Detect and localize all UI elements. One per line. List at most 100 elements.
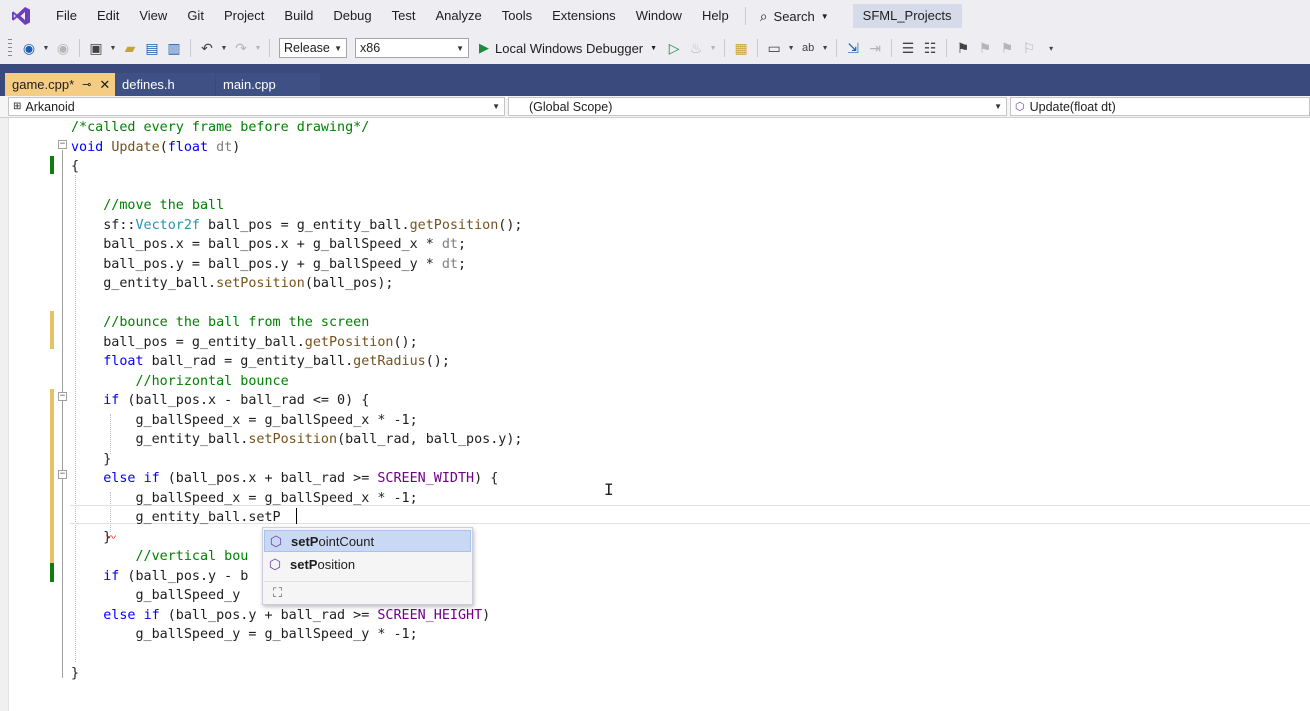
completion-item-setpointcount[interactable]: ⬡ setPointCount xyxy=(264,530,471,552)
search-button[interactable]: ⌕ Search ▼ xyxy=(752,4,837,28)
standard-toolbar: ◉ ▼ ◉ ▣ ▼ ▰ ▤ ▥ ↶ ▼ ↷ ▼ Release ▼ x86 ▼ … xyxy=(0,32,1310,64)
next-bookmark-icon[interactable]: ⚑ xyxy=(998,38,1016,58)
start-without-debugging-icon[interactable]: ▷ xyxy=(665,38,683,58)
text-caret xyxy=(296,508,297,524)
project-select[interactable]: ⊞ Arkanoid ▼ xyxy=(8,97,505,116)
pin-icon[interactable]: ⊸ xyxy=(82,78,91,91)
filter-members-icon[interactable]: ⛶ xyxy=(273,585,282,601)
menu-item-debug[interactable]: Debug xyxy=(323,4,381,28)
menu-item-help[interactable]: Help xyxy=(692,4,739,28)
tab-defines-h[interactable]: defines.h xyxy=(115,73,215,96)
configuration-select[interactable]: Release ▼ xyxy=(279,38,347,58)
menu-item-edit[interactable]: Edit xyxy=(87,4,129,28)
previous-bookmark-icon[interactable]: ⚑ xyxy=(976,38,994,58)
code-token: //bounce the ball from the screen xyxy=(103,315,370,330)
chevron-down-icon: ▼ xyxy=(650,44,658,52)
code-line: ball_pos.y = ball_pos.y + g_ballSpeed_y … xyxy=(71,255,466,274)
step-over-icon[interactable]: ⇥ xyxy=(866,38,884,58)
chevron-down-icon: ▼ xyxy=(456,43,464,53)
code-token: ball_pos.y = ball_pos.y + g_ballSpeed_y … xyxy=(71,257,442,272)
toolbar-overflow-icon[interactable]: ▾ xyxy=(1042,38,1060,58)
chevron-down-icon[interactable]: ▼ xyxy=(787,38,795,58)
menu-item-git[interactable]: Git xyxy=(177,4,214,28)
save-icon[interactable]: ▤ xyxy=(143,38,161,58)
new-project-icon[interactable]: ▣ xyxy=(87,38,105,58)
navigate-back-icon[interactable]: ◉ xyxy=(20,38,38,58)
chevron-down-icon[interactable]: ▼ xyxy=(821,38,829,58)
completion-item-setposition[interactable]: ⬡ setPosition xyxy=(264,553,471,575)
code-token: //horizontal bounce xyxy=(135,374,289,389)
menu-item-view[interactable]: View xyxy=(129,4,177,28)
menu-item-window[interactable]: Window xyxy=(626,4,692,28)
code-token: //move the ball xyxy=(103,198,225,213)
member-value: Update(float dt) xyxy=(1029,99,1116,114)
code-token: } xyxy=(71,452,112,467)
window-layout-icon[interactable]: ▭ xyxy=(765,38,783,58)
code-token: (); xyxy=(425,354,450,369)
code-token: (ball_pos.y + ball_rad >= xyxy=(159,608,378,623)
intellisense-popup[interactable]: ⬡ setPointCount ⬡ setPosition ⛶ xyxy=(262,527,473,605)
visual-studio-logo-icon[interactable] xyxy=(10,5,32,27)
save-all-icon[interactable]: ▥ xyxy=(165,38,183,58)
code-line: g_ballSpeed_x = g_ballSpeed_x * -1; xyxy=(71,489,417,508)
hot-reload-icon[interactable]: ♨ xyxy=(687,38,705,58)
undo-icon[interactable]: ↶ xyxy=(198,38,216,58)
clear-bookmarks-icon[interactable]: ⚐ xyxy=(1020,38,1038,58)
code-token: ball_pos = g_entity_ball. xyxy=(71,335,305,350)
close-icon[interactable]: ✕ xyxy=(99,77,110,93)
code-line: g_entity_ball.setPosition(ball_pos); xyxy=(71,274,394,293)
indent-icon[interactable]: ☷ xyxy=(921,38,939,58)
outline-line xyxy=(62,150,63,678)
platform-select[interactable]: x86 ▼ xyxy=(355,38,469,58)
search-icon: ⌕ xyxy=(759,7,768,24)
redo-icon[interactable]: ↷ xyxy=(232,38,250,58)
member-select[interactable]: ⬡ Update(float dt) xyxy=(1010,97,1310,116)
menu-item-build[interactable]: Build xyxy=(274,4,323,28)
collapse-region-icon[interactable]: − xyxy=(58,140,67,149)
tab-label: game.cpp* xyxy=(12,77,75,92)
toolbar-separator xyxy=(724,39,726,57)
collapse-region-icon[interactable]: − xyxy=(58,392,67,401)
menu-item-test[interactable]: Test xyxy=(382,4,426,28)
search-label: Search xyxy=(773,8,815,24)
chevron-down-icon[interactable]: ▼ xyxy=(109,38,117,58)
code-token: ) { xyxy=(474,471,499,486)
solution-name-badge[interactable]: SFML_Projects xyxy=(852,4,962,28)
tab-game-cpp[interactable]: game.cpp* ⊸ ✕ xyxy=(5,73,118,96)
chevron-down-icon[interactable]: ▼ xyxy=(42,38,50,58)
code-line: ball_pos.x = ball_pos.x + g_ballSpeed_x … xyxy=(71,235,466,254)
navigation-bar: ⊞ Arkanoid ▼ (Global Scope) ▼ ⬡ Update(f… xyxy=(0,96,1310,118)
toolbar-grip[interactable] xyxy=(8,39,12,57)
spell-check-icon[interactable]: ab xyxy=(799,38,817,58)
code-line: //bounce the ball from the screen xyxy=(71,313,369,332)
code-editor[interactable]: − − − /*called every frame before drawin… xyxy=(0,118,1310,711)
code-line: ball_pos = g_entity_ball.getPosition(); xyxy=(71,333,417,352)
code-token: SCREEN_HEIGHT xyxy=(377,608,483,623)
code-token: g_ballSpeed_y xyxy=(71,588,249,603)
tab-main-cpp[interactable]: main.cpp xyxy=(216,73,320,96)
code-token: g_entity_ball. xyxy=(71,432,249,447)
start-debugging-button[interactable]: ▶ Local Windows Debugger ▼ xyxy=(479,40,657,56)
code-token: (ball_pos); xyxy=(304,276,394,291)
bookmark-icon[interactable]: ⚑ xyxy=(954,38,972,58)
code-token: ball_pos = g_entity_ball. xyxy=(200,218,410,233)
menu-item-analyze[interactable]: Analyze xyxy=(425,4,491,28)
menu-item-file[interactable]: File xyxy=(46,4,87,28)
menu-item-extensions[interactable]: Extensions xyxy=(542,4,626,28)
chevron-down-icon[interactable]: ▼ xyxy=(709,38,717,58)
chevron-down-icon[interactable]: ▼ xyxy=(254,38,262,58)
collapse-region-icon[interactable]: − xyxy=(58,470,67,479)
menu-item-project[interactable]: Project xyxy=(214,4,274,28)
code-token: g_entity_ball. xyxy=(71,276,217,291)
solution-explorer-icon[interactable]: ▦ xyxy=(732,38,750,58)
tab-label: main.cpp xyxy=(223,77,276,92)
menu-item-tools[interactable]: Tools xyxy=(492,4,542,28)
navigate-forward-icon[interactable]: ◉ xyxy=(54,38,72,58)
open-file-icon[interactable]: ▰ xyxy=(121,38,139,58)
step-into-icon[interactable]: ⇲ xyxy=(844,38,862,58)
chevron-down-icon[interactable]: ▼ xyxy=(220,38,228,58)
scope-select[interactable]: (Global Scope) ▼ xyxy=(508,97,1007,116)
outdent-icon[interactable]: ☰ xyxy=(899,38,917,58)
code-token: ; xyxy=(457,237,467,252)
